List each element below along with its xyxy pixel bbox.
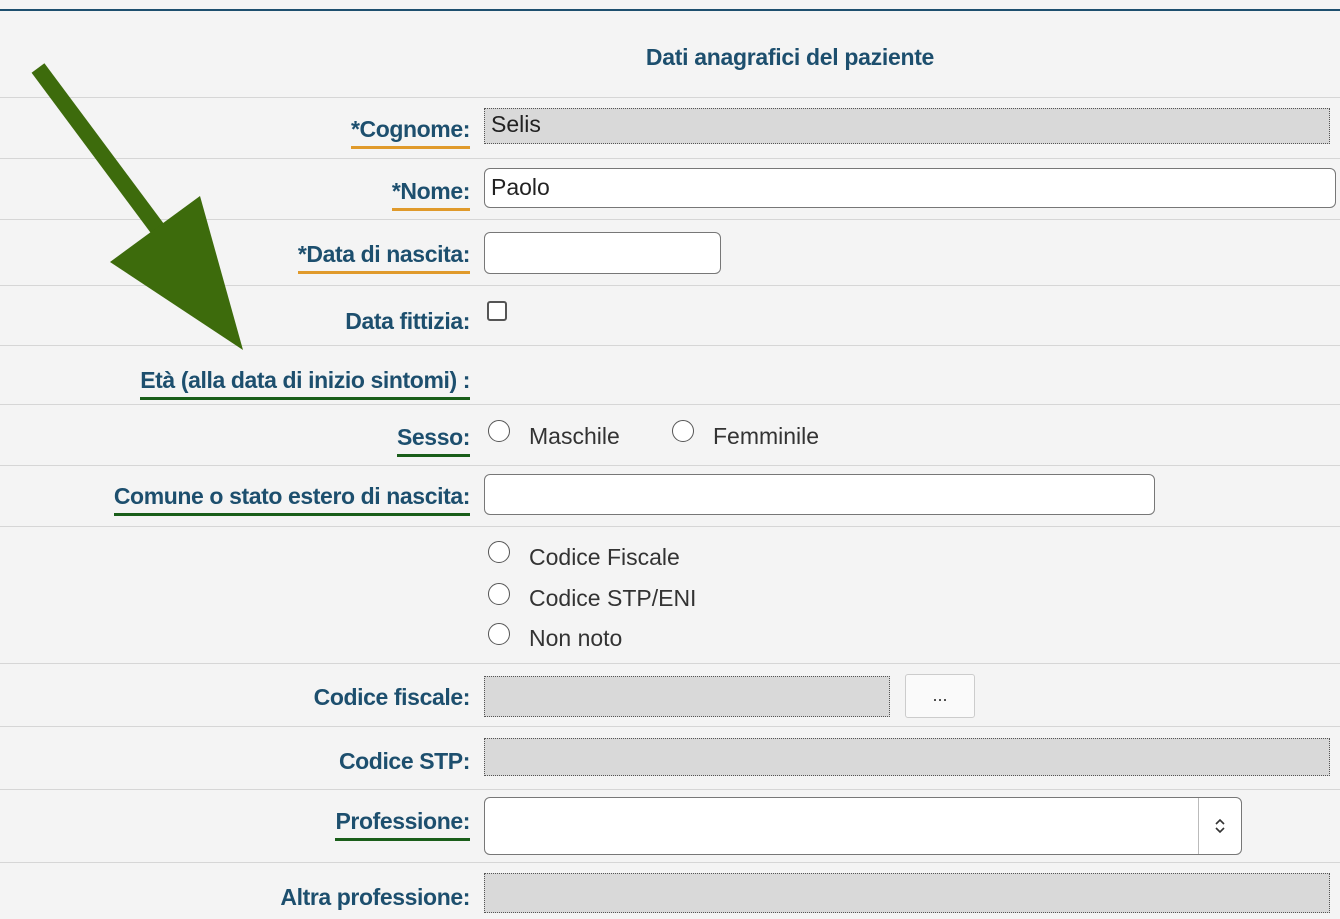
- annotation-arrow-icon: [31, 63, 243, 350]
- cognome-field: Selis: [484, 108, 1330, 144]
- altra-professione-label: Altra professione:: [280, 884, 470, 910]
- professione-label[interactable]: Professione:: [335, 808, 470, 841]
- comune-input[interactable]: [484, 474, 1155, 515]
- codice-fiscale-field: [484, 676, 890, 717]
- cognome-label: *Cognome:: [350, 116, 470, 149]
- codice-fiscale-radio[interactable]: [488, 541, 510, 563]
- sesso-femminile-radio[interactable]: [672, 420, 694, 442]
- data-fittizia-label: Data fittizia:: [345, 308, 470, 334]
- non-noto-radio[interactable]: [488, 623, 510, 645]
- sesso-maschile-label: Maschile: [529, 423, 620, 449]
- codice-stp-eni-option-label: Codice STP/ENI: [529, 585, 697, 611]
- professione-selected-value: [485, 803, 493, 829]
- altra-professione-field: [484, 873, 1330, 913]
- row-sesso: [0, 404, 1340, 466]
- professione-select[interactable]: [484, 797, 1242, 855]
- codice-stp-label: Codice STP:: [338, 748, 470, 774]
- codice-stp-field: [484, 738, 1330, 776]
- nome-input[interactable]: Paolo: [484, 168, 1336, 208]
- codice-stp-eni-radio[interactable]: [488, 583, 510, 605]
- data-nascita-label: *Data di nascita:: [297, 241, 470, 274]
- codice-fiscale-option-label: Codice Fiscale: [529, 544, 680, 570]
- sesso-maschile-radio[interactable]: [488, 420, 510, 442]
- nome-label: *Nome:: [391, 178, 470, 211]
- eta-label[interactable]: Età (alla data di inizio sintomi) :: [140, 367, 470, 400]
- sesso-femminile-label: Femminile: [713, 423, 820, 449]
- sesso-label[interactable]: Sesso:: [396, 424, 470, 457]
- data-fittizia-checkbox[interactable]: [487, 301, 507, 321]
- data-nascita-input[interactable]: [484, 232, 721, 274]
- codice-fiscale-lookup-button[interactable]: ...: [905, 674, 975, 718]
- comune-label[interactable]: Comune o stato estero di nascita:: [113, 483, 470, 516]
- select-chevron-icon: [1198, 798, 1241, 854]
- codice-fiscale-label: Codice fiscale:: [313, 684, 471, 710]
- non-noto-option-label: Non noto: [529, 625, 623, 651]
